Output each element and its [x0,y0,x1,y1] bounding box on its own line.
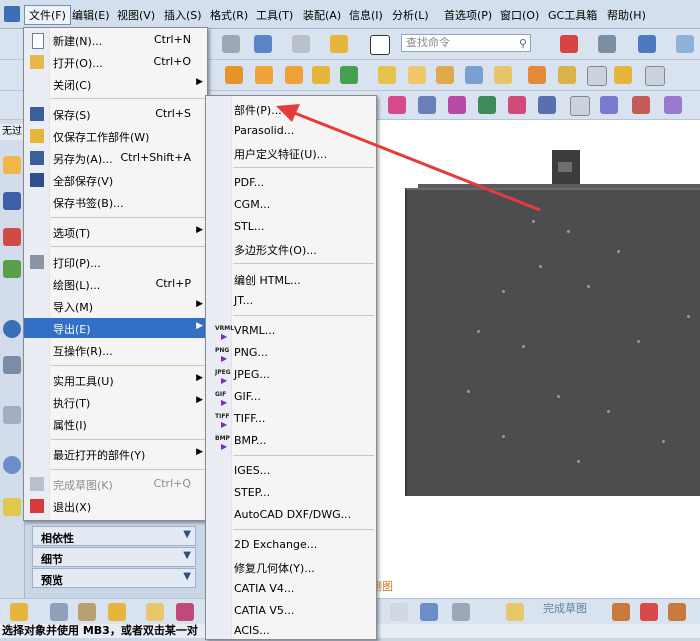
annotation-arrow-line [291,110,541,212]
annotation-arrow [276,104,541,212]
